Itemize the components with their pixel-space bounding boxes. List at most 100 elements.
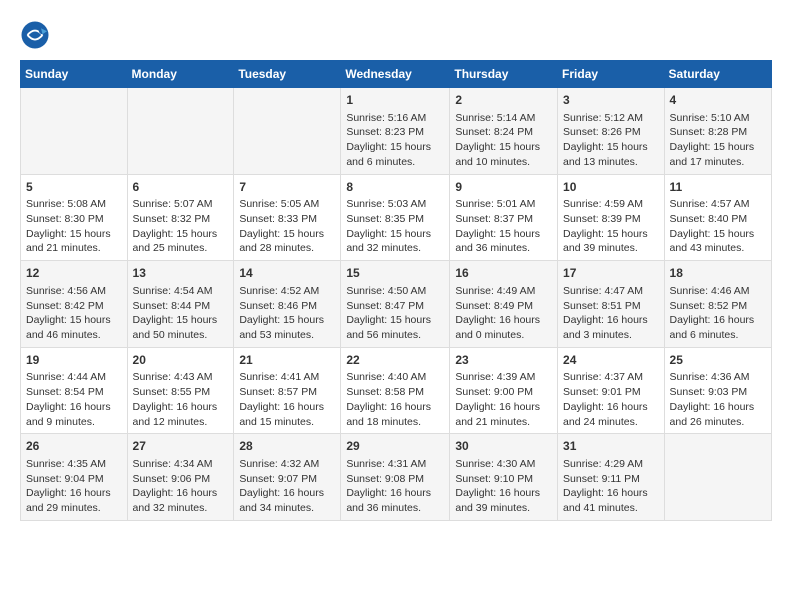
day-info: Sunrise: 4:56 AM — [26, 284, 122, 299]
day-info: Daylight: 16 hours and 6 minutes. — [670, 313, 766, 342]
calendar-cell — [234, 88, 341, 175]
day-info: Sunset: 9:00 PM — [455, 385, 552, 400]
day-number: 14 — [239, 265, 335, 282]
calendar-cell: 17Sunrise: 4:47 AMSunset: 8:51 PMDayligh… — [558, 261, 665, 348]
day-info: Daylight: 15 hours and 17 minutes. — [670, 140, 766, 169]
day-info: Sunrise: 4:31 AM — [346, 457, 444, 472]
day-number: 29 — [346, 438, 444, 455]
day-number: 12 — [26, 265, 122, 282]
day-info: Sunset: 8:37 PM — [455, 212, 552, 227]
weekday-header-sunday: Sunday — [21, 61, 128, 88]
day-number: 11 — [670, 179, 766, 196]
calendar-cell: 26Sunrise: 4:35 AMSunset: 9:04 PMDayligh… — [21, 434, 128, 521]
logo — [20, 20, 55, 50]
calendar-cell: 14Sunrise: 4:52 AMSunset: 8:46 PMDayligh… — [234, 261, 341, 348]
day-number: 20 — [133, 352, 229, 369]
day-number: 16 — [455, 265, 552, 282]
calendar-cell: 3Sunrise: 5:12 AMSunset: 8:26 PMDaylight… — [558, 88, 665, 175]
calendar-cell: 27Sunrise: 4:34 AMSunset: 9:06 PMDayligh… — [127, 434, 234, 521]
calendar-cell: 23Sunrise: 4:39 AMSunset: 9:00 PMDayligh… — [450, 347, 558, 434]
day-info: Sunset: 8:26 PM — [563, 125, 659, 140]
day-info: Sunset: 8:49 PM — [455, 299, 552, 314]
day-info: Daylight: 15 hours and 46 minutes. — [26, 313, 122, 342]
weekday-header-row: SundayMondayTuesdayWednesdayThursdayFrid… — [21, 61, 772, 88]
calendar-cell: 22Sunrise: 4:40 AMSunset: 8:58 PMDayligh… — [341, 347, 450, 434]
day-info: Daylight: 16 hours and 36 minutes. — [346, 486, 444, 515]
day-info: Daylight: 15 hours and 50 minutes. — [133, 313, 229, 342]
calendar-cell: 7Sunrise: 5:05 AMSunset: 8:33 PMDaylight… — [234, 174, 341, 261]
day-info: Daylight: 15 hours and 21 minutes. — [26, 227, 122, 256]
calendar-cell — [127, 88, 234, 175]
weekday-header-saturday: Saturday — [664, 61, 771, 88]
day-number: 31 — [563, 438, 659, 455]
day-info: Daylight: 16 hours and 29 minutes. — [26, 486, 122, 515]
day-info: Sunrise: 4:44 AM — [26, 370, 122, 385]
calendar-cell: 29Sunrise: 4:31 AMSunset: 9:08 PMDayligh… — [341, 434, 450, 521]
day-info: Sunset: 8:28 PM — [670, 125, 766, 140]
day-info: Sunset: 8:57 PM — [239, 385, 335, 400]
calendar-cell: 1Sunrise: 5:16 AMSunset: 8:23 PMDaylight… — [341, 88, 450, 175]
day-number: 24 — [563, 352, 659, 369]
week-row-2: 5Sunrise: 5:08 AMSunset: 8:30 PMDaylight… — [21, 174, 772, 261]
calendar-cell: 20Sunrise: 4:43 AMSunset: 8:55 PMDayligh… — [127, 347, 234, 434]
day-info: Daylight: 16 hours and 26 minutes. — [670, 400, 766, 429]
day-info: Sunrise: 5:05 AM — [239, 197, 335, 212]
calendar-table: SundayMondayTuesdayWednesdayThursdayFrid… — [20, 60, 772, 521]
day-number: 10 — [563, 179, 659, 196]
day-info: Daylight: 16 hours and 32 minutes. — [133, 486, 229, 515]
day-number: 25 — [670, 352, 766, 369]
day-info: Sunrise: 4:46 AM — [670, 284, 766, 299]
day-info: Daylight: 15 hours and 6 minutes. — [346, 140, 444, 169]
day-info: Sunrise: 5:03 AM — [346, 197, 444, 212]
day-info: Sunrise: 5:01 AM — [455, 197, 552, 212]
day-info: Sunset: 9:11 PM — [563, 472, 659, 487]
day-info: Sunrise: 4:40 AM — [346, 370, 444, 385]
week-row-5: 26Sunrise: 4:35 AMSunset: 9:04 PMDayligh… — [21, 434, 772, 521]
day-info: Sunrise: 4:37 AM — [563, 370, 659, 385]
calendar-cell: 28Sunrise: 4:32 AMSunset: 9:07 PMDayligh… — [234, 434, 341, 521]
day-info: Sunset: 8:52 PM — [670, 299, 766, 314]
calendar-cell: 19Sunrise: 4:44 AMSunset: 8:54 PMDayligh… — [21, 347, 128, 434]
calendar-cell: 11Sunrise: 4:57 AMSunset: 8:40 PMDayligh… — [664, 174, 771, 261]
day-number: 1 — [346, 92, 444, 109]
day-number: 23 — [455, 352, 552, 369]
day-info: Daylight: 15 hours and 53 minutes. — [239, 313, 335, 342]
day-info: Daylight: 15 hours and 36 minutes. — [455, 227, 552, 256]
day-number: 18 — [670, 265, 766, 282]
day-info: Sunset: 8:51 PM — [563, 299, 659, 314]
day-info: Sunrise: 4:57 AM — [670, 197, 766, 212]
day-info: Daylight: 16 hours and 18 minutes. — [346, 400, 444, 429]
day-info: Daylight: 16 hours and 0 minutes. — [455, 313, 552, 342]
calendar-cell: 24Sunrise: 4:37 AMSunset: 9:01 PMDayligh… — [558, 347, 665, 434]
calendar-cell: 12Sunrise: 4:56 AMSunset: 8:42 PMDayligh… — [21, 261, 128, 348]
day-info: Daylight: 16 hours and 9 minutes. — [26, 400, 122, 429]
weekday-header-tuesday: Tuesday — [234, 61, 341, 88]
day-info: Daylight: 16 hours and 21 minutes. — [455, 400, 552, 429]
day-number: 17 — [563, 265, 659, 282]
day-info: Sunset: 8:32 PM — [133, 212, 229, 227]
day-info: Sunrise: 4:59 AM — [563, 197, 659, 212]
day-info: Sunrise: 5:07 AM — [133, 197, 229, 212]
day-info: Sunrise: 4:32 AM — [239, 457, 335, 472]
day-number: 19 — [26, 352, 122, 369]
day-number: 6 — [133, 179, 229, 196]
day-info: Sunrise: 4:36 AM — [670, 370, 766, 385]
day-info: Sunrise: 4:50 AM — [346, 284, 444, 299]
day-info: Daylight: 15 hours and 10 minutes. — [455, 140, 552, 169]
day-info: Sunrise: 5:14 AM — [455, 111, 552, 126]
calendar-cell: 16Sunrise: 4:49 AMSunset: 8:49 PMDayligh… — [450, 261, 558, 348]
day-number: 22 — [346, 352, 444, 369]
day-info: Sunrise: 5:12 AM — [563, 111, 659, 126]
day-number: 30 — [455, 438, 552, 455]
day-number: 26 — [26, 438, 122, 455]
day-info: Sunset: 9:10 PM — [455, 472, 552, 487]
day-info: Sunset: 8:24 PM — [455, 125, 552, 140]
calendar-cell: 6Sunrise: 5:07 AMSunset: 8:32 PMDaylight… — [127, 174, 234, 261]
week-row-3: 12Sunrise: 4:56 AMSunset: 8:42 PMDayligh… — [21, 261, 772, 348]
week-row-1: 1Sunrise: 5:16 AMSunset: 8:23 PMDaylight… — [21, 88, 772, 175]
calendar-cell: 9Sunrise: 5:01 AMSunset: 8:37 PMDaylight… — [450, 174, 558, 261]
week-row-4: 19Sunrise: 4:44 AMSunset: 8:54 PMDayligh… — [21, 347, 772, 434]
day-info: Daylight: 15 hours and 32 minutes. — [346, 227, 444, 256]
day-info: Sunset: 8:23 PM — [346, 125, 444, 140]
day-info: Sunset: 9:06 PM — [133, 472, 229, 487]
